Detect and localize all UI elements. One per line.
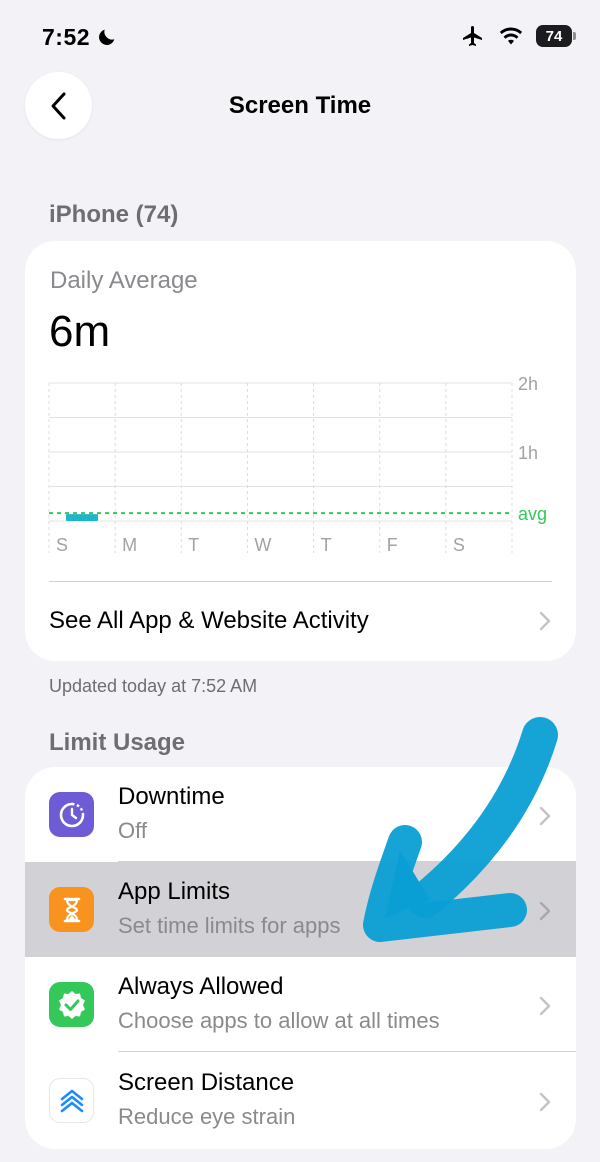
chevron-right-icon [539,611,551,631]
hourglass-icon [49,887,94,932]
y-tick-label: 1h [518,443,538,463]
usage-bar [66,514,98,521]
screen-distance-row[interactable]: Screen Distance Reduce eye strain [25,1053,576,1148]
status-time: 7:52 [42,24,91,50]
chevron-right-icon [539,901,551,921]
always-allowed-subtitle: Choose apps to allow at all times [118,1008,440,1033]
checkmark-badge-icon [49,982,94,1027]
see-all-activity-row[interactable]: See All App & Website Activity [25,581,576,661]
airplane-icon [463,26,482,46]
chevron-right-icon [539,996,551,1016]
downtime-title: Downtime [118,783,225,810]
device-header: iPhone (74) [49,201,179,228]
always-allowed-title: Always Allowed [118,973,284,1000]
see-all-activity-label: See All App & Website Activity [49,607,369,634]
wifi-icon [499,27,523,45]
chevron-right-icon [539,806,551,826]
updated-timestamp: Updated today at 7:52 AM [49,676,258,696]
chevron-right-icon [539,1092,551,1112]
x-tick-label: F [387,535,398,555]
usage-chart[interactable]: 2h 1h avg S M T W T F S [25,241,576,571]
daily-average-card[interactable]: Daily Average 6m 2h 1h avg S M T W T F S See All … [25,241,576,661]
app-limits-row[interactable]: App Limits Set time limits for apps [25,862,576,957]
page-title: Screen Time [228,92,372,119]
app-limits-subtitle: Set time limits for apps [118,913,341,938]
x-tick-label: M [122,535,137,555]
downtime-row[interactable]: Downtime Off [25,767,576,862]
battery-level: 74 [545,27,563,45]
x-tick-label: T [188,535,199,555]
app-limits-title: App Limits [118,878,231,905]
limit-usage-card: Downtime Off App Limits Set time limits … [25,767,576,1149]
status-bar: 7:52 74 [0,0,600,70]
divider [118,1051,576,1052]
status-icons: 74 [460,24,576,48]
always-allowed-row[interactable]: Always Allowed Choose apps to allow at a… [25,957,576,1052]
moon-icon [99,29,115,45]
x-tick-label: S [453,535,465,555]
screen-distance-subtitle: Reduce eye strain [118,1104,296,1129]
divider [49,581,552,582]
y-tick-label: 2h [518,374,538,394]
downtime-icon [49,792,94,837]
x-tick-label: W [254,535,271,555]
limit-usage-header: Limit Usage [49,729,186,756]
battery-icon: 74 [536,25,576,47]
x-tick-label: T [321,535,332,555]
x-tick-label: S [56,535,68,555]
screen-distance-title: Screen Distance [118,1069,295,1096]
downtime-subtitle: Off [118,818,147,843]
average-label: avg [518,504,547,524]
screen-distance-icon [49,1078,94,1123]
